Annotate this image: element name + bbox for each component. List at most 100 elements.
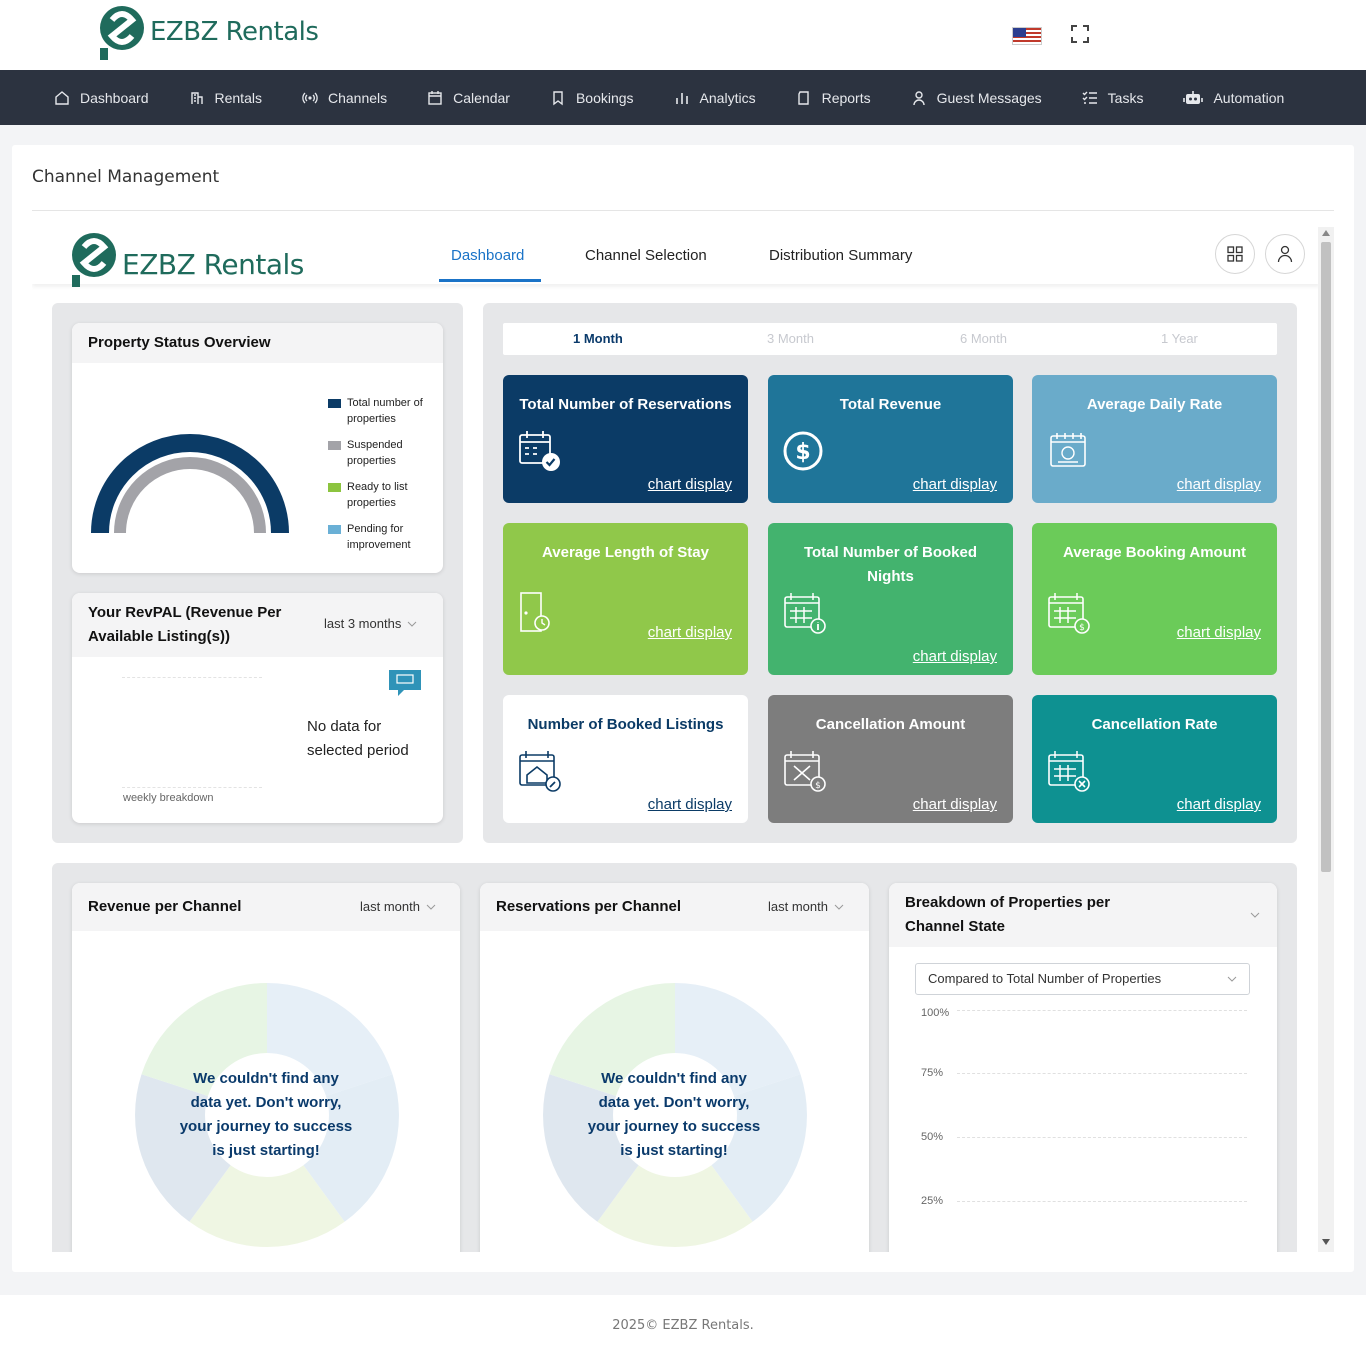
brand-logo[interactable]: EZBZ Rentals — [98, 4, 319, 60]
tile-title: Total Number of Booked Nights — [803, 544, 978, 585]
legend-swatch — [328, 399, 341, 408]
user-icon — [912, 90, 925, 105]
axis-label-100: 100% — [921, 1007, 950, 1019]
scroll-up-icon[interactable] — [1322, 230, 1330, 236]
nav-rentals[interactable]: Rentals — [189, 90, 262, 106]
nav-calendar[interactable]: Calendar — [427, 90, 510, 106]
active-tab-indicator — [439, 279, 541, 282]
revpal-period-dropdown[interactable]: last 3 months — [324, 616, 417, 631]
tile-cancellation-rate[interactable]: Cancellation Rate chart display — [1032, 695, 1277, 823]
tile-cancellation-amount[interactable]: Cancellation Amount $ chart display — [768, 695, 1013, 823]
scrollbar-thumb[interactable] — [1321, 242, 1331, 872]
revenue-period-dropdown[interactable]: last month — [360, 899, 436, 914]
period-1-year[interactable]: 1 Year — [1161, 331, 1198, 346]
tab-dashboard[interactable]: Dashboard — [451, 247, 524, 264]
tab-channel-selection[interactable]: Channel Selection — [585, 247, 707, 264]
scroll-down-icon[interactable] — [1322, 1239, 1330, 1245]
card-header: Breakdown of Properties per Channel Stat… — [889, 883, 1277, 947]
dollar-circle-icon: $ — [783, 431, 823, 471]
nav-channels[interactable]: Channels — [302, 90, 387, 106]
comparison-select[interactable]: Compared to Total Number of Properties — [915, 963, 1250, 995]
us-flag-icon[interactable] — [1012, 27, 1042, 45]
chart-display-link[interactable]: chart display — [648, 796, 732, 813]
tile-booked-listings[interactable]: Number of Booked Listings chart display — [503, 695, 748, 823]
home-icon — [55, 90, 69, 105]
chart-display-link[interactable]: chart display — [913, 796, 997, 813]
apps-grid-button[interactable] — [1215, 234, 1255, 274]
brand-name: EZBZ Rentals — [122, 247, 304, 281]
chart-display-link[interactable]: chart display — [648, 624, 732, 641]
chevron-down-icon[interactable] — [1250, 912, 1260, 918]
chart-display-link[interactable]: chart display — [1177, 624, 1261, 641]
legend-label: Total number of properties — [347, 397, 423, 425]
chart-display-link[interactable]: chart display — [913, 476, 997, 493]
brand-name: EZBZ Rentals — [150, 17, 319, 47]
dropdown-value: last 3 months — [324, 616, 402, 631]
axis-label-75: 75% — [921, 1067, 944, 1079]
nav-automation[interactable]: Automation — [1183, 90, 1284, 106]
legend-swatch — [328, 441, 341, 450]
chevron-down-icon — [407, 621, 417, 627]
chart-display-link[interactable]: chart display — [913, 648, 997, 665]
nav-label: Rentals — [214, 89, 262, 106]
nav-dashboard[interactable]: Dashboard — [54, 90, 149, 106]
chart-display-link[interactable]: chart display — [648, 476, 732, 493]
nav-label: Calendar — [453, 89, 510, 106]
tile-title: Number of Booked Listings — [527, 716, 724, 733]
legend-label: Pending for improvement — [347, 523, 411, 551]
chevron-down-icon — [1227, 976, 1237, 982]
legend-swatch — [328, 483, 341, 492]
footer-copyright: 2025© EZBZ Rentals. — [612, 1318, 754, 1333]
chart-display-link[interactable]: chart display — [1177, 796, 1261, 813]
tab-distribution-summary[interactable]: Distribution Summary — [769, 247, 912, 264]
svg-text:$: $ — [1079, 623, 1085, 633]
tile-title: Total Revenue — [839, 396, 942, 413]
profile-button[interactable] — [1265, 234, 1305, 274]
legend-total-properties: Total number of properties — [328, 395, 438, 427]
chart-gridline — [957, 1073, 1247, 1074]
empty-chart-message: We couldn't find any data yet. Don't wor… — [587, 1070, 761, 1159]
tile-booked-nights[interactable]: Total Number of Booked Nights chart disp… — [768, 523, 1013, 675]
revenue-per-channel-card: Revenue per Channel last month We couldn… — [72, 883, 460, 1252]
calendar-cancel-icon — [1048, 751, 1090, 792]
tile-title: Average Length of Stay — [542, 544, 709, 561]
fullscreen-icon[interactable] — [1070, 24, 1090, 44]
chart-gridline — [957, 1137, 1247, 1138]
period-6-month[interactable]: 6 Month — [960, 331, 1007, 346]
property-status-card: Property Status Overview Total number of… — [72, 323, 443, 573]
nav-analytics[interactable]: Analytics — [674, 90, 756, 106]
reservations-period-dropdown[interactable]: last month — [768, 899, 844, 914]
user-icon — [1277, 245, 1293, 263]
tile-total-reservations[interactable]: Total Number of Reservations chart displ… — [503, 375, 748, 503]
kpi-panel: 1 Month 3 Month 6 Month 1 Year Total Num… — [483, 303, 1297, 843]
tile-average-length-of-stay[interactable]: Average Length of Stay chart display — [503, 523, 748, 675]
page-footer: 2025© EZBZ Rentals. — [0, 1295, 1366, 1355]
nav-tasks[interactable]: Tasks — [1082, 90, 1143, 106]
legend-label: Ready to list properties — [347, 481, 408, 509]
tile-total-revenue[interactable]: Total Revenue $ chart display — [768, 375, 1013, 503]
tile-average-daily-rate[interactable]: Average Daily Rate chart display — [1032, 375, 1277, 503]
chevron-down-icon — [426, 904, 436, 910]
nav-label: Analytics — [699, 89, 756, 106]
tile-title: Total Number of Reservations — [519, 396, 732, 413]
period-1-month[interactable]: 1 Month — [573, 331, 623, 346]
chart-gridline — [122, 787, 262, 788]
scrollbar[interactable] — [1318, 227, 1334, 1252]
revpal-card: Your RevPAL (Revenue Per Available Listi… — [72, 593, 443, 823]
left-panel: Property Status Overview Total number of… — [52, 303, 463, 843]
chart-display-link[interactable]: chart display — [1177, 476, 1261, 493]
nav-guest-messages[interactable]: Guest Messages — [911, 90, 1042, 106]
period-3-month[interactable]: 3 Month — [767, 331, 814, 346]
nav-reports[interactable]: Reports — [796, 90, 871, 106]
nav-bookings[interactable]: Bookings — [550, 90, 634, 106]
tile-title: Average Booking Amount — [1062, 544, 1247, 561]
embedded-dashboard: EZBZ Rentals Dashboard Channel Selection… — [32, 227, 1320, 1252]
legend-label: Suspended properties — [347, 439, 403, 467]
empty-chart-message: We couldn't find any data yet. Don't wor… — [179, 1070, 353, 1159]
logo-mark-icon — [100, 6, 144, 60]
channel-charts-panel: Revenue per Channel last month We couldn… — [52, 863, 1297, 1252]
tile-average-booking-amount[interactable]: Average Booking Amount $ chart display — [1032, 523, 1277, 675]
chevron-down-icon — [834, 904, 844, 910]
inner-brand-logo[interactable]: EZBZ Rentals — [70, 231, 304, 287]
period-selector: 1 Month 3 Month 6 Month 1 Year — [503, 323, 1277, 355]
